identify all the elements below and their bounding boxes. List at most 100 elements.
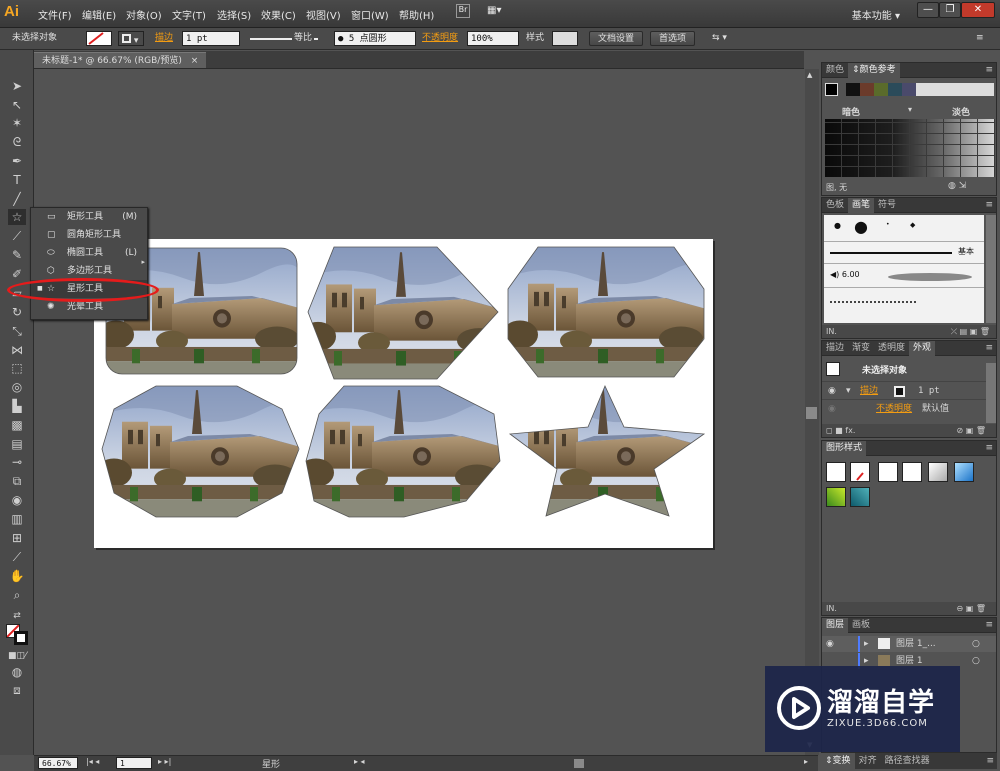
control-menu-icon[interactable]: ≡ bbox=[976, 31, 984, 46]
menu-window[interactable]: 窗口(W) bbox=[351, 7, 389, 22]
tab-align[interactable]: 对齐 bbox=[855, 753, 881, 769]
layer-name[interactable]: 图层 1_... bbox=[896, 636, 936, 652]
art-brush-stroke[interactable] bbox=[888, 273, 972, 281]
style-gradient-gray[interactable] bbox=[928, 462, 948, 482]
zoom-field[interactable]: 66.67% bbox=[38, 757, 78, 769]
panel-menu-icon[interactable]: ≡ bbox=[985, 63, 993, 78]
tab-stroke[interactable]: 描边 bbox=[822, 341, 848, 356]
appearance-footer-right-icons[interactable]: ⊘ ▣ 🗑 bbox=[956, 424, 986, 437]
panel-menu-icon[interactable]: ≡ bbox=[985, 441, 993, 456]
style-swatch[interactable] bbox=[552, 31, 578, 46]
panel-menu-icon[interactable]: ≡ bbox=[985, 341, 993, 356]
brush-scrollbar[interactable] bbox=[986, 215, 996, 323]
style-none[interactable] bbox=[850, 462, 870, 482]
nonagon-photo[interactable] bbox=[298, 385, 502, 518]
fill-swatch[interactable] bbox=[86, 31, 112, 46]
scroll-right-icon[interactable]: ▸ bbox=[804, 757, 808, 766]
appearance-footer-icons[interactable]: ◻ ■ fx. bbox=[826, 426, 855, 435]
opacity-link[interactable]: 不透明度 bbox=[422, 31, 458, 46]
perspective-grid-tool-icon[interactable]: ▙ bbox=[8, 398, 26, 414]
visibility-eye-icon[interactable]: ◉ bbox=[828, 382, 836, 400]
tab-transparency[interactable]: 透明度 bbox=[874, 341, 909, 356]
free-transform-tool-icon[interactable]: ⬚ bbox=[8, 360, 26, 376]
first-page-icon[interactable]: |◂ ◂ bbox=[86, 757, 99, 766]
style-white[interactable] bbox=[878, 462, 898, 482]
column-graph-tool-icon[interactable]: ▥ bbox=[8, 511, 26, 527]
stroke-weight-field[interactable]: 1 pt bbox=[182, 31, 240, 46]
status-menu-icon[interactable]: ▸ ◂ bbox=[354, 757, 365, 766]
hexagon-photo[interactable] bbox=[300, 247, 504, 382]
tab-layers[interactable]: 图层 bbox=[822, 618, 849, 633]
menu-effect[interactable]: 效果(C) bbox=[261, 7, 296, 22]
lasso-tool-icon[interactable]: ᘓ bbox=[8, 134, 26, 150]
style-teal-leaf[interactable] bbox=[850, 487, 870, 507]
bridge-icon[interactable]: Br bbox=[456, 4, 470, 18]
appearance-stroke-row[interactable]: ◉ ▾ 描边 1 pt bbox=[822, 381, 986, 399]
rotate-tool-icon[interactable]: ↻ bbox=[8, 304, 26, 320]
tab-symbols[interactable]: 符号 bbox=[874, 198, 900, 213]
brush-library[interactable]: ● ● • ◆ 基本 ◀) 6.00 bbox=[824, 215, 984, 323]
draw-mode-icon[interactable]: ◍ bbox=[8, 664, 26, 680]
tab-transform[interactable]: ⇕变换 bbox=[821, 753, 855, 769]
workspace-switcher[interactable]: 基本功能 ▾ bbox=[852, 7, 900, 22]
horizontal-scroll-thumb[interactable] bbox=[574, 759, 584, 768]
line-tool-icon[interactable]: ╱ bbox=[8, 191, 26, 207]
base-color-swatch[interactable] bbox=[825, 83, 838, 96]
restore-button[interactable]: ❐ bbox=[939, 2, 961, 18]
style-blue-glow[interactable] bbox=[954, 462, 974, 482]
artboard-tool-icon[interactable]: ⊞ bbox=[8, 530, 26, 546]
menu-object[interactable]: 对象(O) bbox=[126, 7, 162, 22]
brush-dot-large[interactable]: ● bbox=[854, 217, 868, 236]
pen-tool-icon[interactable]: ✒ bbox=[8, 153, 26, 169]
tab-swatches[interactable]: 色板 bbox=[822, 198, 848, 213]
target-icon[interactable]: ○ bbox=[972, 653, 980, 669]
brush-dot-small[interactable]: ● bbox=[834, 221, 841, 230]
visibility-eye-icon[interactable]: ◉ bbox=[826, 636, 834, 652]
paintbrush-tool-icon[interactable]: ⟋ bbox=[8, 228, 26, 244]
graphic-styles-library-icon[interactable]: IN. bbox=[826, 604, 837, 613]
pattern-brush-stroke[interactable] bbox=[830, 301, 916, 303]
close-tab-icon[interactable]: × bbox=[191, 56, 199, 66]
tab-color[interactable]: 颜色 bbox=[822, 63, 848, 78]
selection-tool-icon[interactable]: ➤ bbox=[8, 78, 26, 94]
panel-menu-icon[interactable]: ≡ bbox=[985, 618, 993, 633]
color-variation-grid[interactable] bbox=[825, 119, 995, 177]
menu-help[interactable]: 帮助(H) bbox=[399, 7, 434, 22]
style-green-leaf[interactable] bbox=[826, 487, 846, 507]
blob-brush-tool-icon[interactable]: ✐ bbox=[8, 266, 26, 282]
visibility-eye-icon[interactable]: ◉ bbox=[828, 400, 836, 418]
harmony-dropdown[interactable] bbox=[916, 83, 994, 96]
next-page-icon[interactable]: ▸ ▸| bbox=[158, 757, 171, 766]
tab-gradient[interactable]: 渐变 bbox=[848, 341, 874, 356]
appearance-scrollbar[interactable] bbox=[986, 363, 996, 423]
swap-colors-icon[interactable]: ⇄ bbox=[8, 608, 26, 624]
style-default[interactable] bbox=[826, 462, 846, 482]
harmony-strip[interactable] bbox=[846, 83, 916, 96]
flyout-ellipse-tool[interactable]: ⬭ 椭圆工具 (L) bbox=[31, 244, 147, 262]
screen-mode-icon[interactable]: ⧈ bbox=[8, 682, 26, 698]
tab-color-guide[interactable]: ⇕颜色参考 bbox=[848, 63, 900, 78]
type-tool-icon[interactable]: T bbox=[8, 172, 26, 188]
stroke-color-icon[interactable] bbox=[14, 631, 28, 645]
direct-selection-tool-icon[interactable]: ↖ bbox=[8, 97, 26, 113]
menu-select[interactable]: 选择(S) bbox=[217, 7, 251, 22]
flyout-rectangle-tool[interactable]: ▭ 矩形工具 (M) bbox=[31, 208, 147, 226]
color-guide-footer-icons[interactable]: ◍ ⇲ bbox=[948, 181, 966, 191]
eyedropper-tool-icon[interactable]: ⊸ bbox=[8, 454, 26, 470]
brush-library-icon[interactable]: IN. bbox=[826, 327, 837, 336]
vertical-scrollbar[interactable]: ▲ ▼ bbox=[805, 69, 819, 755]
star-tool-icon[interactable]: ☆ bbox=[8, 209, 26, 225]
shape-builder-tool-icon[interactable]: ◎ bbox=[8, 379, 26, 395]
appearance-stroke-link[interactable]: 描边 bbox=[860, 382, 878, 400]
decagon-photo[interactable] bbox=[96, 385, 300, 518]
stroke-swatch[interactable]: ▾ bbox=[118, 31, 144, 46]
menu-type[interactable]: 文字(T) bbox=[172, 7, 206, 22]
tab-appearance[interactable]: 外观 bbox=[909, 341, 936, 356]
document-setup-button[interactable]: 文档设置 bbox=[589, 31, 644, 46]
menu-view[interactable]: 视图(V) bbox=[306, 7, 341, 22]
appearance-opacity-link[interactable]: 不透明度 bbox=[876, 400, 912, 418]
brush-calligraphic[interactable]: ◆ bbox=[910, 221, 915, 229]
menu-file[interactable]: 文件(F) bbox=[38, 7, 72, 22]
color-mode-icon[interactable]: ■◫⁄ bbox=[8, 648, 27, 664]
close-button[interactable]: ✕ bbox=[961, 2, 995, 18]
